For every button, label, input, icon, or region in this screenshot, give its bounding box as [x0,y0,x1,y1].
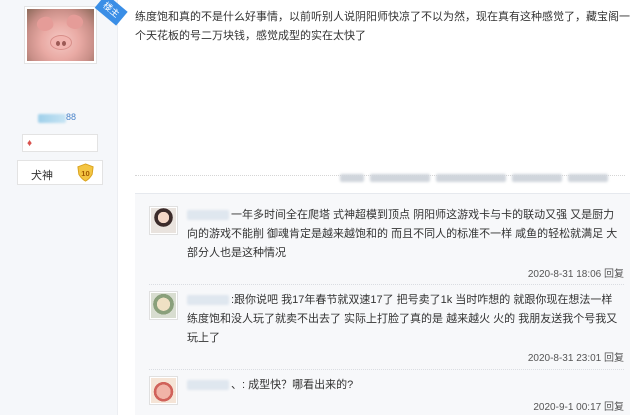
post-toolbar-blurred [340,171,640,185]
reply-timestamp[interactable]: 2020-9-1 00:17 回复 [533,398,624,413]
user-title-badge[interactable]: 犬神 10 [17,160,103,185]
reply-separator [149,369,624,370]
title-level-number: 10 [81,169,89,178]
username-suffix: 88 [66,112,77,122]
pig-avatar-image [27,9,94,61]
reply-timestamp[interactable]: 2020-8-31 18:06 回复 [528,265,624,280]
reply-avatar[interactable] [149,291,178,320]
reply-list: 一年多时间全在爬塔 式神超模到顶点 阴阳师这游戏卡与卡的联动又强 又是厨力向的游… [135,193,630,415]
level-icon: ♦ [27,138,33,149]
post-content: 练度饱和真的不是什么好事情，以前听别人说阴阳师快凉了不以为然，现在真有这种感觉了… [135,11,630,42]
reply-username-blurred[interactable] [187,295,229,306]
op-badge: 楼主 [94,0,128,26]
avatar[interactable] [24,6,97,64]
reply-username-blurred[interactable] [187,380,229,391]
reply-text: 、: 成型快？哪看出来的? [231,379,354,391]
level-box: ♦ [22,134,98,152]
username[interactable]: 88 [38,112,78,124]
reply-body: 、: 成型快？哪看出来的? [187,376,619,395]
reply-body: 一年多时间全在爬塔 式神超模到顶点 阴阳师这游戏卡与卡的联动又强 又是厨力向的游… [187,206,619,263]
reply-body: :跟你说吧 我17年春节就双速17了 把号卖了1k 当时咋想的 就跟你现在想法一… [187,291,619,348]
reply-timestamp[interactable]: 2020-8-31 23:01 回复 [528,349,624,364]
user-sidebar: 楼主 88 ♦ 犬神 10 [0,0,128,415]
reply-avatar[interactable] [149,376,178,405]
reply-text: :跟你说吧 我17年春节就双速17了 把号卖了1k 当时咋想的 就跟你现在想法一… [187,294,618,344]
reply-username-blurred[interactable] [187,210,229,221]
reply-separator [149,284,624,285]
reply-avatar[interactable] [149,206,178,235]
reply-text: 一年多时间全在爬塔 式神超模到顶点 阴阳师这游戏卡与卡的联动又强 又是厨力向的游… [187,209,618,259]
user-title-text: 犬神 [31,170,53,182]
level-shield-icon: 10 [77,163,94,182]
username-blurred [38,114,66,123]
